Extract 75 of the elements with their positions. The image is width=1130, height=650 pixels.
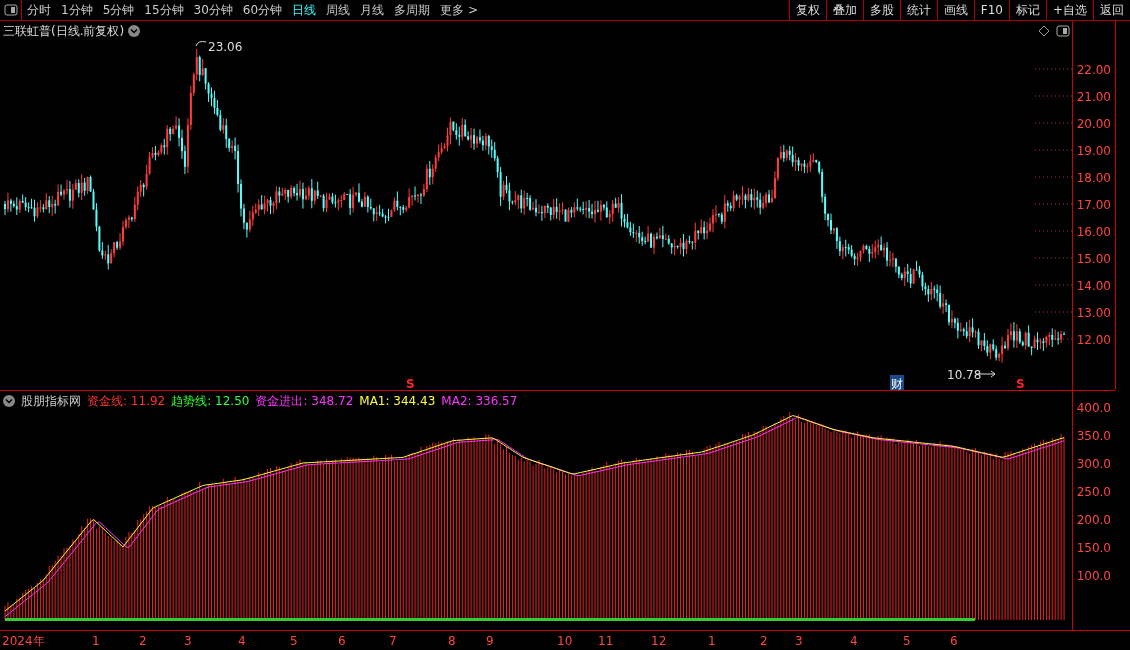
period-tab[interactable]: 分时 (22, 0, 56, 20)
period-tab[interactable]: 月线 (355, 0, 390, 20)
axis-label: 19.00 (1076, 143, 1111, 160)
panel-toggle-icon[interactable] (1056, 25, 1070, 37)
date-label: 10 (557, 633, 573, 650)
date-label: 2 (139, 633, 147, 650)
leader-line (195, 39, 207, 47)
axis-label: 16.00 (1076, 224, 1111, 241)
axis-label: 200.0 (1076, 512, 1111, 529)
date-label: 4 (238, 633, 246, 650)
date-label: 6 (338, 633, 346, 650)
signal-marker: S (1016, 376, 1025, 390)
panel-toggle-icon[interactable] (3, 4, 18, 16)
axis-label: 17.00 (1076, 197, 1111, 214)
period-tab[interactable]: 5分钟 (97, 0, 140, 20)
date-label: 2 (760, 633, 768, 650)
date-label: 3 (795, 633, 803, 650)
axis-label: 100.0 (1076, 568, 1111, 585)
indicator-name: 股朋指标网 (21, 393, 81, 410)
period-tab[interactable]: 更多 > (435, 0, 483, 20)
axis-label: 13.00 (1076, 305, 1111, 322)
axis-label: 250.0 (1076, 484, 1111, 501)
finance-badge: 财 (890, 375, 904, 390)
indicator-value: MA1: 344.43 (359, 393, 436, 410)
indicator-value: 趋势线: 12.50 (171, 393, 250, 410)
axis-label: 12.00 (1076, 332, 1111, 349)
period-tab[interactable]: 1分钟 (56, 0, 98, 20)
toolbar-button[interactable]: 复权 (788, 0, 826, 20)
toolbar-button[interactable]: 统计 (899, 0, 937, 20)
axis-label: 21.00 (1076, 89, 1111, 106)
toolbar-button[interactable]: 叠加 (825, 0, 863, 20)
toolbar-button[interactable]: 返回 (1093, 0, 1130, 20)
date-label: 4 (850, 633, 858, 650)
diamond-icon[interactable] (1038, 25, 1050, 37)
axis-label: 20.00 (1076, 116, 1111, 133)
price-label: 23.06 (208, 39, 243, 56)
axis-label: 150.0 (1076, 540, 1111, 557)
axis-label: 15.00 (1076, 251, 1111, 268)
date-label: 7 (389, 633, 397, 650)
indicator-value: 资金线: 11.92 (87, 393, 166, 410)
chart-title: 三联虹普(日线.前复权) (3, 23, 125, 40)
period-tab[interactable]: 多周期 (389, 0, 436, 20)
toolbar-button[interactable]: F10 (973, 0, 1009, 20)
date-label: 2024年 (2, 633, 45, 650)
period-tab[interactable]: 30分钟 (188, 0, 238, 20)
chevron-down-icon[interactable] (128, 25, 141, 37)
date-label: 5 (903, 633, 911, 650)
period-tab[interactable]: 日线 (287, 0, 322, 20)
date-label: 3 (184, 633, 192, 650)
date-label: 6 (950, 633, 958, 650)
axis-label: 350.0 (1076, 428, 1111, 445)
date-label: 1 (92, 633, 100, 650)
axis-label: 18.00 (1076, 170, 1111, 187)
price-label: 10.78 (947, 367, 982, 384)
axis-label: 300.0 (1076, 456, 1111, 473)
date-label: 1 (708, 633, 716, 650)
date-label: 9 (486, 633, 494, 650)
signal-marker: S (406, 376, 415, 390)
toolbar-button[interactable]: +自选 (1045, 0, 1093, 20)
axis-label: 14.00 (1076, 278, 1111, 295)
date-label: 11 (598, 633, 614, 650)
toolbar-button[interactable]: 多股 (862, 0, 900, 20)
axis-label: 400.0 (1076, 400, 1111, 417)
period-tab[interactable]: 60分钟 (237, 0, 288, 20)
toolbar-button[interactable]: 画线 (936, 0, 974, 20)
date-label: 8 (448, 633, 456, 650)
indicator-value: 资金进出: 348.72 (255, 393, 354, 410)
chevron-down-icon[interactable] (3, 395, 15, 407)
toolbar-button[interactable]: 标记 (1008, 0, 1046, 20)
period-tab[interactable]: 周线 (321, 0, 356, 20)
axis-label: 22.00 (1076, 62, 1111, 79)
period-tab[interactable]: 15分钟 (139, 0, 189, 20)
indicator-value: MA2: 336.57 (441, 393, 518, 410)
date-label: 5 (290, 633, 298, 650)
date-label: 12 (651, 633, 667, 650)
